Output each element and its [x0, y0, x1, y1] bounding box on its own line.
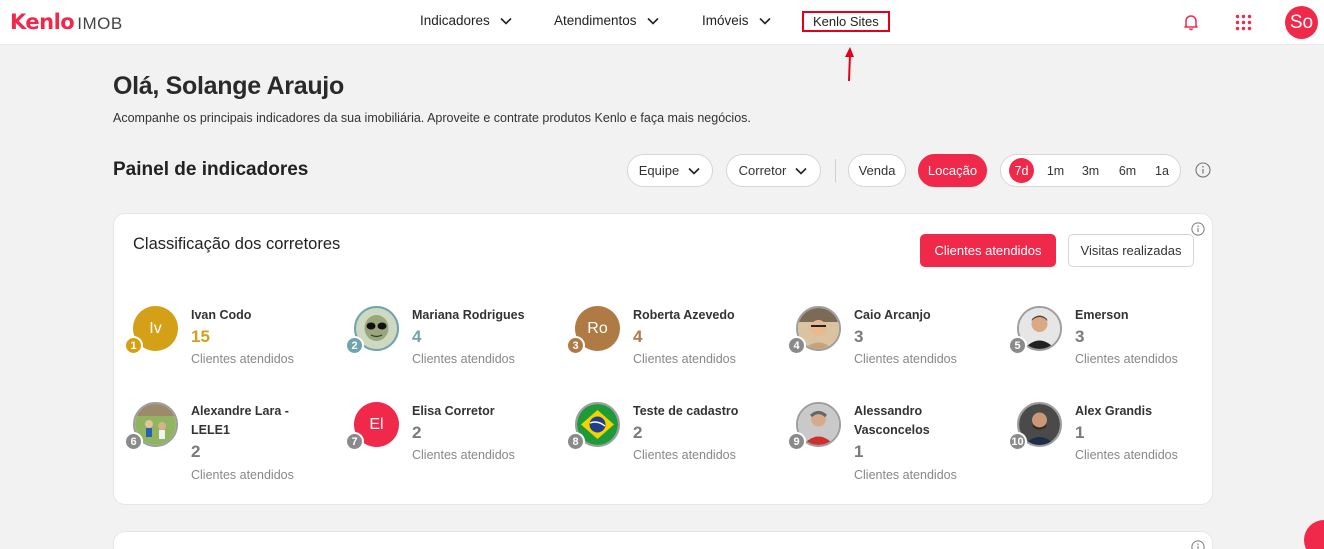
info-icon[interactable] — [1191, 222, 1205, 236]
period-3m[interactable]: 3m — [1079, 158, 1102, 183]
broker-count: 2 — [412, 423, 422, 442]
broker-metric-label: Clientes atendidos — [854, 468, 957, 482]
rank-badge: 10 — [1008, 432, 1027, 451]
broker-metric-label: Clientes atendidos — [854, 352, 957, 366]
broker-card[interactable]: 8 Teste de cadastro 2 Clientes atendidos — [566, 402, 775, 492]
period-7d[interactable]: 7d — [1009, 158, 1034, 183]
period-selector: 7d 1m 3m 6m 1a — [1000, 154, 1181, 187]
rank-badge: 2 — [345, 336, 364, 355]
mode-venda-toggle[interactable]: Venda — [848, 154, 906, 187]
ranking-title: Classificação dos corretores — [133, 235, 341, 253]
nav-atendimentos[interactable]: Atendimentos — [554, 13, 660, 28]
chevron-down-icon — [795, 167, 807, 175]
broker-count: 15 — [191, 327, 210, 346]
rank-badge: 5 — [1008, 336, 1027, 355]
broker-name: Alexandre Lara - LELE1 — [191, 404, 289, 437]
broker-card[interactable]: Iv 1 Ivan Codo 15 Clientes atendidos — [124, 306, 333, 396]
broker-name: Caio Arcanjo — [854, 308, 931, 322]
broker-count: 1 — [854, 442, 864, 461]
rank-badge: 9 — [787, 432, 806, 451]
nav-imoveis[interactable]: Imóveis — [702, 13, 772, 28]
secondary-card — [113, 531, 1213, 549]
broker-card[interactable]: 2 Mariana Rodrigues 4 Clientes atendidos — [345, 306, 554, 396]
filter-divider — [835, 159, 836, 182]
broker-name: Ivan Codo — [191, 308, 252, 322]
greeting-subtitle: Acompanhe os principais indicadores da s… — [113, 111, 751, 125]
broker-filter-dropdown[interactable]: Corretor — [726, 154, 821, 187]
broker-card[interactable]: 4 Caio Arcanjo 3 Clientes atendidos — [787, 306, 996, 396]
user-avatar[interactable]: So — [1285, 6, 1318, 39]
info-icon[interactable] — [1195, 162, 1211, 178]
rank-badge: 1 — [124, 336, 143, 355]
broker-metric-label: Clientes atendidos — [412, 448, 515, 462]
broker-metric-label: Clientes atendidos — [191, 468, 294, 482]
chevron-down-icon — [500, 17, 512, 25]
broker-name: Teste de cadastro — [633, 404, 739, 418]
apps-grid-icon[interactable] — [1235, 14, 1252, 31]
logo-product: IMOB — [77, 14, 123, 33]
greeting-title: Olá, Solange Araujo — [113, 72, 344, 100]
mode-locacao-toggle[interactable]: Locação — [918, 154, 987, 187]
period-1m[interactable]: 1m — [1044, 158, 1067, 183]
visits-made-tab[interactable]: Visitas realizadas — [1068, 234, 1194, 267]
broker-filter-label: Corretor — [738, 163, 787, 178]
panel-title: Painel de indicadores — [113, 159, 309, 180]
broker-card[interactable]: 5 Emerson 3 Clientes atendidos — [1008, 306, 1217, 396]
broker-metric-label: Clientes atendidos — [412, 352, 515, 366]
logo-brand: Kenlo — [10, 10, 75, 34]
broker-card[interactable]: 6 Alexandre Lara - LELE1 2 Clientes aten… — [124, 402, 333, 492]
top-navigation-bar: Kenlo IMOB Indicadores Atendimentos Imóv… — [0, 0, 1324, 45]
period-1a[interactable]: 1a — [1152, 158, 1172, 183]
broker-count: 4 — [412, 327, 422, 346]
bell-icon[interactable] — [1182, 13, 1200, 31]
broker-name: Roberta Azevedo — [633, 308, 735, 322]
nav-indicadores[interactable]: Indicadores — [420, 13, 513, 28]
team-filter-label: Equipe — [638, 163, 680, 178]
broker-ranking-card: Classificação dos corretores Clientes at… — [113, 213, 1213, 505]
broker-name: Elisa Corretor — [412, 404, 495, 418]
broker-count: 1 — [1075, 423, 1085, 442]
broker-metric-label: Clientes atendidos — [191, 352, 294, 366]
rank-badge: 6 — [124, 432, 143, 451]
clients-served-tab[interactable]: Clientes atendidos — [920, 234, 1056, 267]
arrow-up-icon — [845, 47, 854, 82]
chevron-down-icon — [758, 17, 771, 25]
broker-count: 2 — [191, 442, 201, 461]
broker-count: 4 — [633, 327, 643, 346]
broker-count: 3 — [1075, 327, 1085, 346]
nav-label: Imóveis — [702, 13, 749, 28]
nav-label: Indicadores — [420, 13, 490, 28]
broker-card[interactable]: 10 Alex Grandis 1 Clientes atendidos — [1008, 402, 1217, 492]
rank-badge: 8 — [566, 432, 585, 451]
nav-kenlo-sites[interactable]: Kenlo Sites — [802, 11, 890, 32]
broker-name: Alex Grandis — [1075, 404, 1153, 418]
broker-metric-label: Clientes atendidos — [1075, 448, 1178, 462]
broker-metric-label: Clientes atendidos — [1075, 352, 1178, 366]
nav-label: Atendimentos — [554, 13, 637, 28]
rank-badge: 4 — [787, 336, 806, 355]
chevron-down-icon — [688, 167, 700, 175]
broker-name: Alessandro Vasconcelos — [854, 404, 930, 437]
broker-name: Emerson — [1075, 308, 1129, 322]
broker-name: Mariana Rodrigues — [412, 308, 525, 322]
nav-label: Kenlo Sites — [813, 14, 879, 29]
rank-badge: 7 — [345, 432, 364, 451]
info-icon[interactable] — [1191, 540, 1205, 549]
broker-card[interactable]: Ro 3 Roberta Azevedo 4 Clientes atendido… — [566, 306, 775, 396]
team-filter-dropdown[interactable]: Equipe — [627, 154, 713, 187]
broker-count: 3 — [854, 327, 864, 346]
period-6m[interactable]: 6m — [1116, 158, 1139, 183]
rank-badge: 3 — [566, 336, 585, 355]
chat-support-button[interactable] — [1304, 520, 1324, 549]
broker-count: 2 — [633, 423, 643, 442]
broker-card[interactable]: El 7 Elisa Corretor 2 Clientes atendidos — [345, 402, 554, 492]
chevron-down-icon — [646, 17, 659, 25]
broker-card[interactable]: 9 Alessandro Vasconcelos 1 Clientes aten… — [787, 402, 996, 492]
broker-metric-label: Clientes atendidos — [633, 448, 736, 462]
broker-metric-label: Clientes atendidos — [633, 352, 736, 366]
kenlo-imob-logo[interactable]: Kenlo IMOB — [10, 10, 123, 34]
